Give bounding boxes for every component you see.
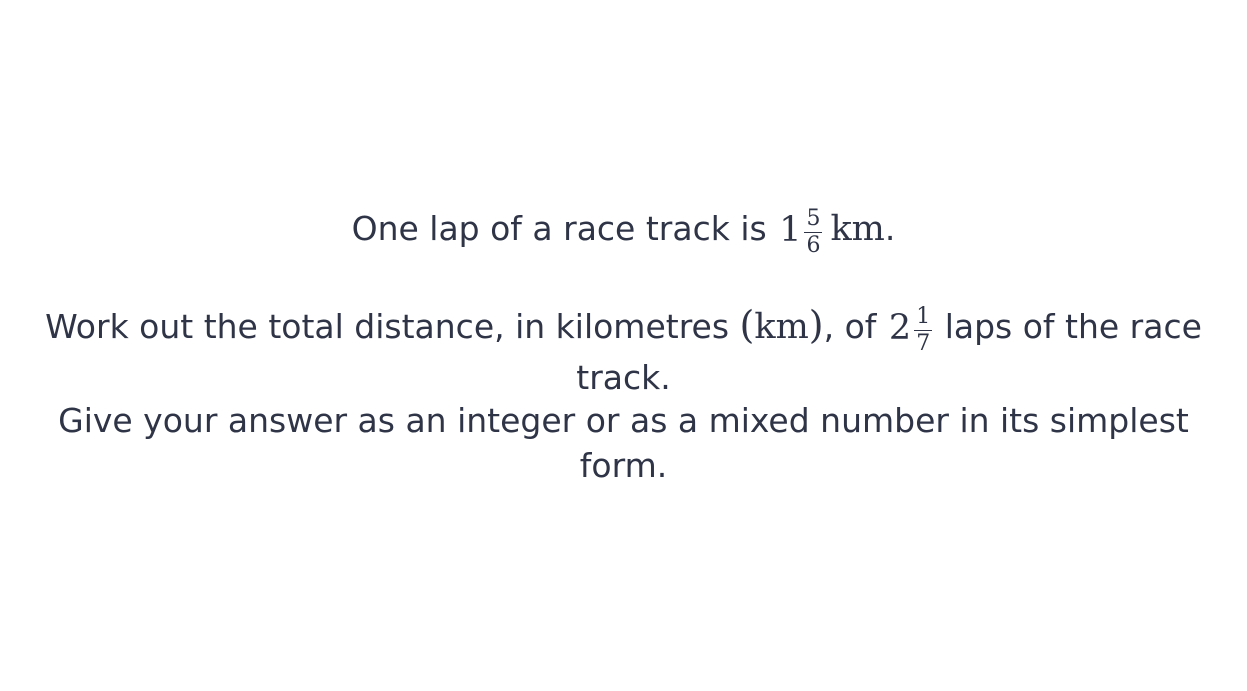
question-line-instruction: Work out the total distance, in kilometr… <box>20 302 1227 400</box>
instruction-line-b: track. <box>576 358 671 397</box>
lap-length-numerator: 5 <box>804 206 823 233</box>
laps-denominator: 7 <box>916 331 931 356</box>
instruction-after-text: laps of the race <box>944 307 1202 346</box>
answer-format-line-b: form. <box>579 446 668 485</box>
laps-mixed-number: 2 1 7 <box>888 302 933 356</box>
instruction-text: Work out the total distance, in kilometr… <box>45 307 730 346</box>
paren-open: ( <box>739 303 755 347</box>
question-line-lap-length: One lap of a race track is 1 5 6 km. <box>0 204 1247 257</box>
lap-length-mixed-number: 1 5 6 <box>779 204 823 258</box>
paren-close: ) <box>808 303 824 347</box>
laps-whole: 2 <box>888 308 912 348</box>
instruction-mid-text: , of <box>823 307 877 346</box>
lap-length-fraction: 5 6 <box>804 206 823 258</box>
lap-length-unit: km <box>830 209 885 249</box>
laps-numerator: 1 <box>914 304 933 331</box>
line1-period: . <box>884 209 896 248</box>
lap-length-text: One lap of a race track is <box>351 209 767 248</box>
lap-length-denominator: 6 <box>806 233 821 258</box>
answer-format-line-a: Give your answer as an integer or as a m… <box>58 401 1189 440</box>
laps-fraction: 1 7 <box>914 304 933 356</box>
lap-length-whole: 1 <box>779 210 802 250</box>
instruction-line-a: Work out the total distance, in kilometr… <box>20 302 1227 355</box>
question-line-answer-format: Give your answer as an integer or as a m… <box>30 398 1217 488</box>
instruction-unit: km <box>754 307 809 347</box>
